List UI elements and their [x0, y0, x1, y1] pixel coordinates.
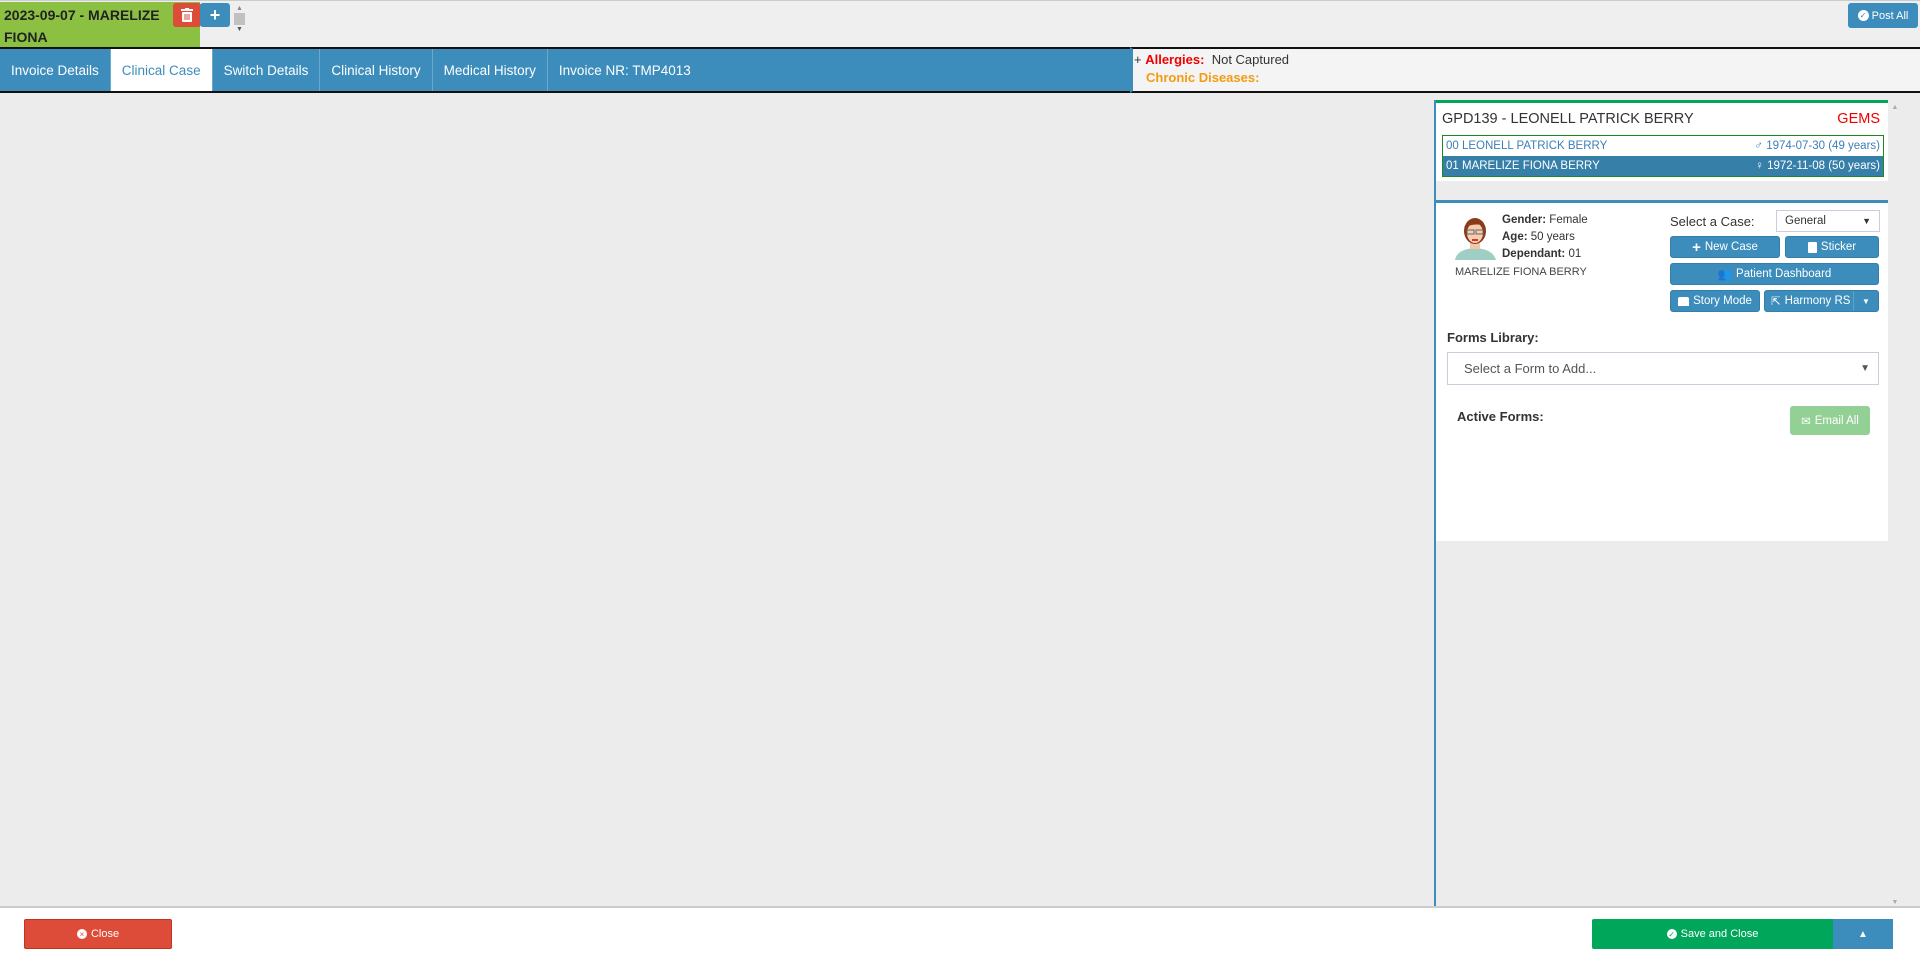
patient-dashboard-label: Patient Dashboard — [1736, 268, 1832, 280]
patient-card: Gender: Female Age: 50 years Dependant: … — [1436, 200, 1888, 541]
tab-clinical-history[interactable]: Clinical History — [320, 49, 433, 91]
story-mode-button[interactable]: Story Mode — [1670, 290, 1760, 312]
chevron-down-icon: ▼ — [1860, 363, 1870, 374]
member-dob: 1972-11-08 (50 years) — [1767, 160, 1880, 172]
close-button[interactable]: × Close — [24, 919, 172, 949]
female-icon: ♀ — [1755, 160, 1764, 172]
check-circle-icon: ✓ — [1666, 929, 1677, 939]
harmony-rs-button[interactable]: ⇱ Harmony RS ▼ — [1764, 290, 1879, 312]
patient-side-panel: GPD139 - LEONELL PATRICK BERRY GEMS 00 L… — [1434, 100, 1888, 906]
tab-medical-history[interactable]: Medical History — [433, 49, 548, 91]
tab-switch-details[interactable]: Switch Details — [213, 49, 321, 91]
member-name: 01 MARELIZE FIONA BERRY — [1446, 160, 1600, 172]
panel-scrollbar[interactable]: ▲ ▼ — [1890, 100, 1900, 906]
add-allergy-button[interactable]: + — [1134, 52, 1142, 67]
story-mode-label: Story Mode — [1693, 295, 1752, 307]
post-all-button[interactable]: ✓ Post All — [1848, 3, 1918, 28]
post-all-label: Post All — [1871, 9, 1909, 22]
member-dob: 1974-07-30 (49 years) — [1766, 140, 1880, 152]
tab-scrollbar[interactable]: ▲ ▼ — [234, 5, 245, 45]
alerts-panel: + Allergies: Not Captured Chronic Diseas… — [1130, 47, 1920, 93]
caret-up-icon: ▲ — [1858, 928, 1868, 940]
gender-value: Female — [1549, 214, 1588, 226]
save-and-close-button[interactable]: ✓ Save and Close — [1592, 919, 1833, 949]
sticker-button[interactable]: Sticker — [1785, 236, 1879, 258]
case-select-value: General — [1785, 215, 1826, 227]
medical-aid-scheme: GEMS — [1837, 111, 1880, 127]
plus-icon: + — [1692, 238, 1701, 256]
email-all-label: Email All — [1814, 414, 1859, 427]
tab-invoice-details[interactable]: Invoice Details — [0, 49, 111, 91]
email-all-button[interactable]: ✉ Email All — [1790, 406, 1870, 435]
plus-icon: + — [209, 4, 221, 25]
family-member-row-selected[interactable]: 01 MARELIZE FIONA BERRY ♀ 1972-11-08 (50… — [1443, 156, 1883, 176]
select-case-label: Select a Case: — [1670, 214, 1755, 229]
save-options-dropdown[interactable]: ▲ — [1833, 919, 1893, 949]
close-label: Close — [90, 928, 120, 940]
family-members-list: 00 LEONELL PATRICK BERRY ♂ 1974-07-30 (4… — [1442, 135, 1884, 177]
patient-invoice-tab[interactable]: 2023-09-07 - MARELIZE FIONA — [0, 2, 200, 48]
age-value: 50 years — [1530, 231, 1575, 243]
allergies-label: Allergies: — [1145, 52, 1205, 67]
trash-icon — [181, 8, 193, 22]
family-title: GPD139 - LEONELL PATRICK BERRY — [1442, 111, 1694, 127]
male-icon: ♂ — [1754, 140, 1763, 152]
id-card-icon — [1807, 241, 1817, 253]
form-select-placeholder: Select a Form to Add... — [1464, 361, 1597, 376]
close-circle-icon: × — [76, 929, 87, 939]
external-link-icon: ⇱ — [1771, 296, 1781, 308]
add-invoice-button[interactable]: + — [200, 3, 230, 27]
envelope-icon: ✉ — [1801, 415, 1811, 428]
gender-label: Gender: — [1502, 214, 1547, 226]
caret-down-icon[interactable]: ▼ — [1853, 291, 1878, 311]
active-forms-label: Active Forms: — [1457, 409, 1544, 424]
age-label: Age: — [1502, 231, 1528, 243]
book-reader-icon — [1678, 296, 1690, 306]
footer-bar: × Close ✓ Save and Close ▲ — [0, 906, 1920, 958]
family-member-row[interactable]: 00 LEONELL PATRICK BERRY ♂ 1974-07-30 (4… — [1443, 136, 1883, 156]
main-tabs: Invoice Details Clinical Case Switch Det… — [0, 47, 1130, 93]
invoice-number: Invoice NR: TMP4013 — [558, 62, 691, 78]
dependant-label: Dependant: — [1502, 248, 1566, 260]
patient-avatar — [1455, 218, 1496, 260]
patient-name: MARELIZE FIONA BERRY — [1455, 266, 1587, 278]
patient-dashboard-button[interactable]: 👥 Patient Dashboard — [1670, 263, 1879, 285]
case-select[interactable]: General ▼ — [1776, 210, 1880, 232]
forms-library-label: Forms Library: — [1447, 330, 1539, 345]
tab-clinical-case[interactable]: Clinical Case — [110, 49, 213, 91]
dependant-value: 01 — [1568, 248, 1582, 260]
sticker-label: Sticker — [1820, 241, 1857, 253]
new-case-label: New Case — [1704, 241, 1758, 253]
check-circle-icon: ✓ — [1857, 10, 1869, 21]
top-bar: 2023-09-07 - MARELIZE FIONA + ▲ ▼ ✓ Post… — [0, 0, 1920, 48]
new-case-button[interactable]: + New Case — [1670, 236, 1780, 258]
chevron-down-icon: ▼ — [1862, 216, 1871, 226]
allergies-value: Not Captured — [1211, 52, 1290, 67]
users-icon: 👥 — [1717, 269, 1733, 281]
family-card: GPD139 - LEONELL PATRICK BERRY GEMS 00 L… — [1436, 100, 1888, 181]
harmony-rs-label: Harmony RS — [1784, 295, 1851, 307]
delete-invoice-button[interactable] — [173, 3, 201, 27]
member-name: 00 LEONELL PATRICK BERRY — [1446, 140, 1608, 152]
save-and-close-label: Save and Close — [1680, 928, 1759, 940]
chronic-diseases-label: Chronic Diseases: — [1146, 70, 1260, 85]
form-select[interactable]: Select a Form to Add... ▼ — [1447, 352, 1879, 385]
